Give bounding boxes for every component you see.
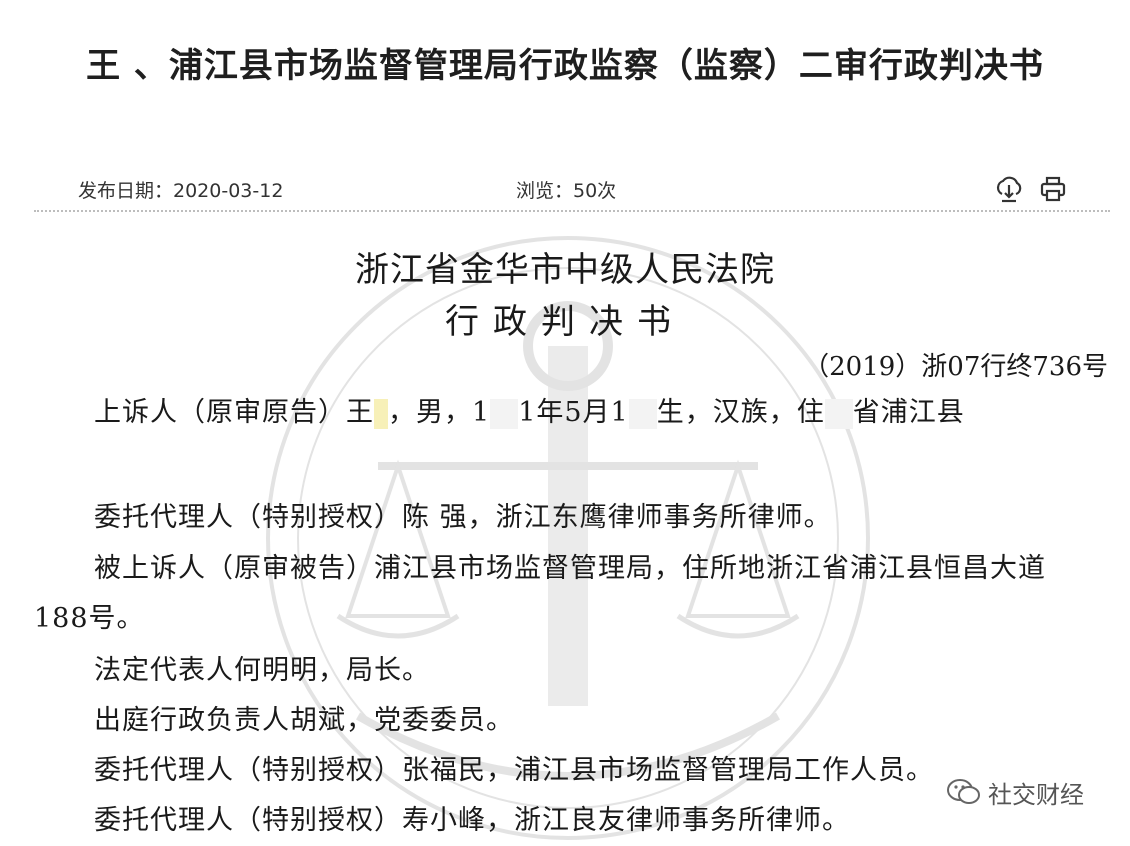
social-account-label: 社交财经: [988, 780, 1084, 809]
redaction: [490, 398, 519, 429]
publish-date: 发布日期：2020-03-12: [78, 180, 284, 202]
paragraph-appellee-agent-1: 委托代理人（特别授权）张福民，浦江县市场监督管理局工作人员。: [94, 755, 934, 786]
print-icon[interactable]: [1038, 174, 1068, 204]
redaction: [628, 398, 657, 429]
paragraph-appellant: 上诉人（原审原告）王 ，男，1 1年5月1 生，汉族，住 省浦江县: [94, 397, 965, 429]
document-type: 行政判决书: [445, 302, 685, 342]
case-number: （2019）浙07行终736号: [803, 352, 1108, 382]
page-title: 王 、浦江县市场监督管理局行政监察（监察）二审行政判决书: [86, 46, 1044, 86]
download-icon[interactable]: [994, 174, 1024, 204]
paragraph-appellee-agent-2: 委托代理人（特别授权）寿小峰，浙江良友律师事务所律师。: [94, 805, 850, 836]
paragraph-responsible-person: 出庭行政负责人胡斌，党委委员。: [94, 705, 514, 736]
wechat-icon: [947, 779, 980, 804]
meta-bar: 发布日期：2020-03-12 浏览：50次: [0, 172, 1130, 206]
redaction: [824, 398, 853, 429]
social-watermark: 社交财经: [946, 774, 1084, 810]
court-name: 浙江省金华市中级人民法院: [355, 250, 775, 290]
view-count: 浏览：50次: [516, 180, 617, 202]
redaction: [374, 398, 388, 429]
divider: [34, 210, 1110, 212]
paragraph-appellee: 被上诉人（原审被告）浦江县市场监督管理局，住所地浙江省浦江县恒昌大道188号。: [34, 553, 1046, 634]
paragraph-appellant-agent: 委托代理人（特别授权）陈 强，浙江东鹰律师事务所律师。: [94, 502, 832, 533]
paragraph-legal-representative: 法定代表人何明明，局长。: [94, 655, 430, 686]
